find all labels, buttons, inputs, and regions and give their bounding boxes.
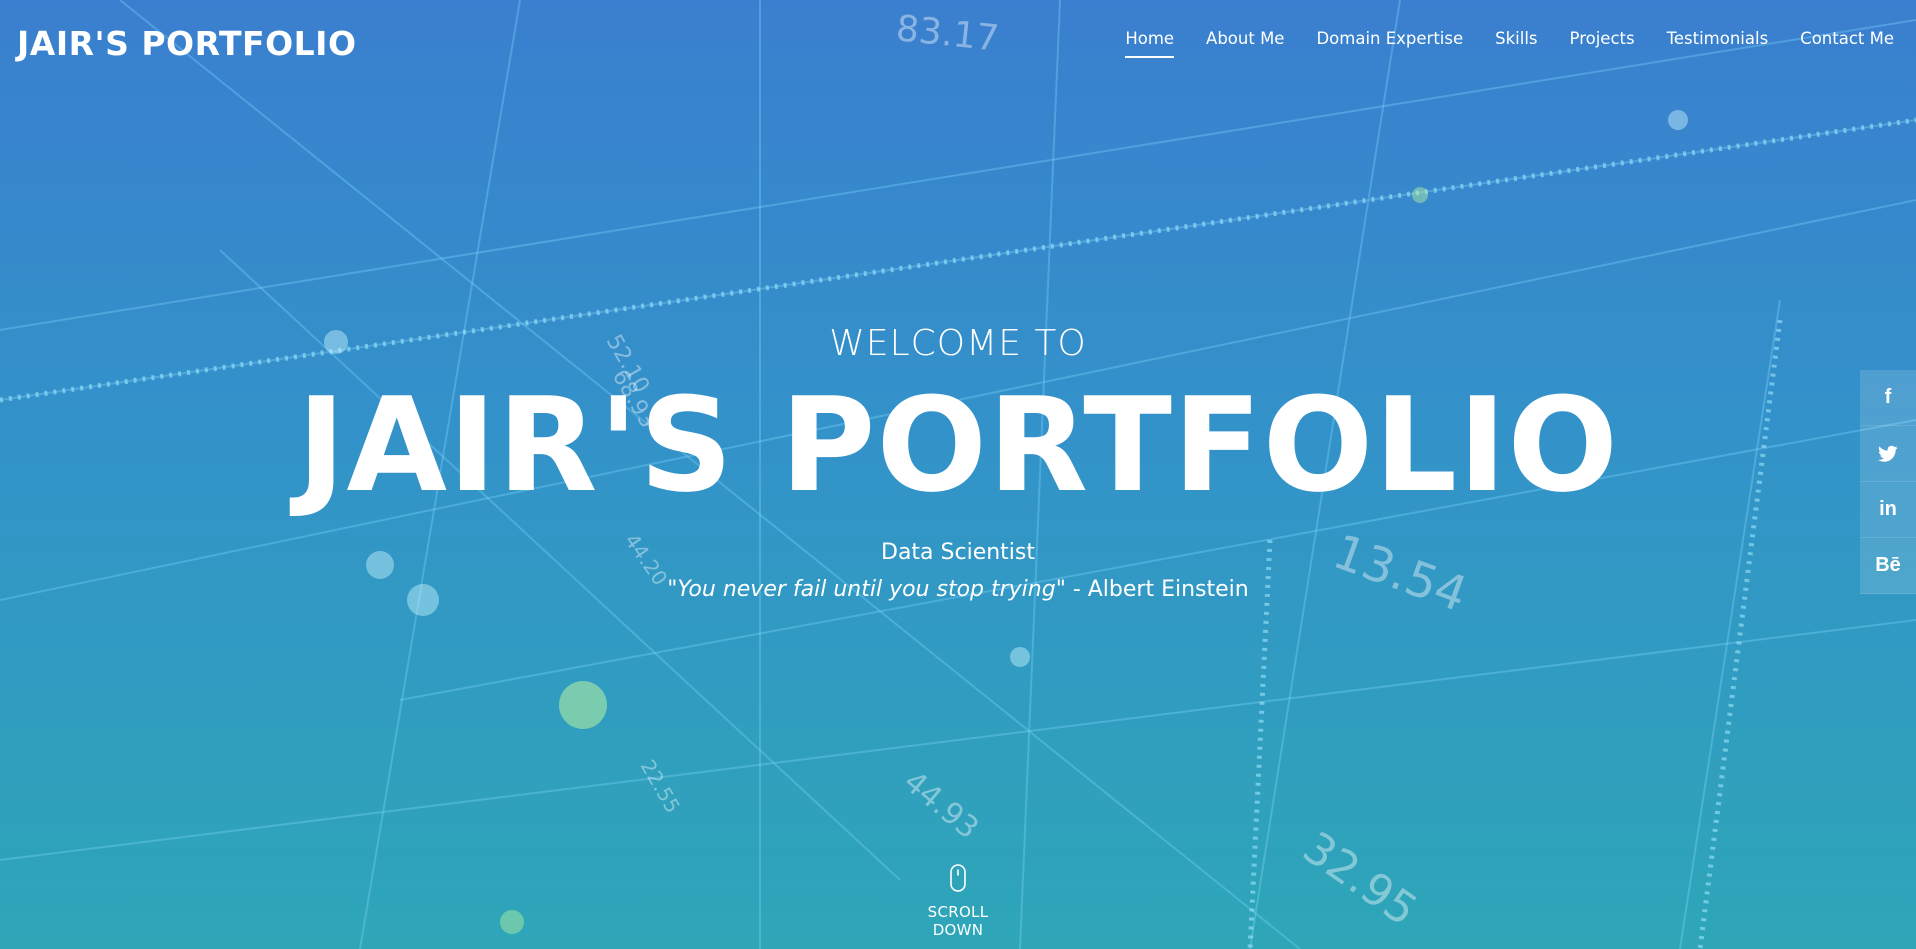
behance-link[interactable]: Bē xyxy=(1860,538,1916,594)
nav-item-skills: Skills xyxy=(1495,29,1537,58)
hero-title: JAIR'S PORTFOLIO xyxy=(297,369,1619,521)
quote-text: "You never fail until you stop trying" xyxy=(667,577,1066,602)
nav-item-projects: Projects xyxy=(1570,29,1635,58)
navbar: JAIR'S PORTFOLIO Home About Me Domain Ex… xyxy=(0,0,1916,86)
nav-link-contact-me[interactable]: Contact Me xyxy=(1800,29,1894,56)
linkedin-link[interactable]: in xyxy=(1860,482,1916,538)
twitter-icon xyxy=(1878,445,1898,462)
scroll-down-button[interactable]: SCROLL DOWN xyxy=(908,864,1008,939)
bg-number: 22.55 xyxy=(636,756,685,818)
social-sidebar: f in Bē xyxy=(1860,370,1916,594)
bg-number: 13.54 xyxy=(1326,524,1474,624)
scroll-down-label: SCROLL DOWN xyxy=(927,903,989,939)
nav-item-home: Home xyxy=(1125,29,1175,58)
nav-link-domain-expertise[interactable]: Domain Expertise xyxy=(1316,29,1463,56)
hero-quote: "You never fail until you stop trying" -… xyxy=(0,577,1916,602)
facebook-icon: f xyxy=(1884,386,1892,408)
facebook-link[interactable]: f xyxy=(1860,370,1916,426)
quote-author: - Albert Einstein xyxy=(1065,577,1249,602)
site-logo[interactable]: JAIR'S PORTFOLIO xyxy=(17,24,357,63)
nav-menu: Home About Me Domain Expertise Skills Pr… xyxy=(1125,29,1894,58)
nav-link-skills[interactable]: Skills xyxy=(1495,29,1537,56)
hero-role: Data Scientist xyxy=(881,540,1035,565)
nav-link-about-me[interactable]: About Me xyxy=(1206,29,1284,56)
nav-link-projects[interactable]: Projects xyxy=(1570,29,1635,56)
nav-item-testimonials: Testimonials xyxy=(1667,29,1769,58)
nav-link-home[interactable]: Home xyxy=(1125,29,1175,58)
mouse-icon xyxy=(950,864,966,892)
linkedin-icon: in xyxy=(1879,498,1897,520)
nav-item-contact: Contact Me xyxy=(1800,29,1894,58)
bg-number: 44.93 xyxy=(897,764,985,846)
bg-number: 32.95 xyxy=(1294,822,1426,936)
nav-item-about: About Me xyxy=(1206,29,1284,58)
behance-icon: Bē xyxy=(1875,554,1901,576)
twitter-link[interactable] xyxy=(1860,426,1916,482)
nav-item-domain: Domain Expertise xyxy=(1316,29,1463,58)
nav-link-testimonials[interactable]: Testimonials xyxy=(1667,29,1769,56)
hero-welcome-text: WELCOME TO xyxy=(829,323,1087,364)
